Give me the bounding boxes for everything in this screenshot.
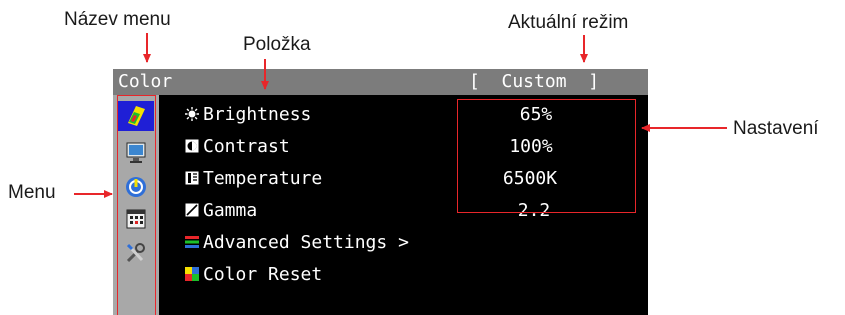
item-brightness[interactable]: Brightness <box>185 99 311 131</box>
sun-icon <box>185 107 199 121</box>
item-label: Gamma <box>203 200 258 221</box>
callout-menu-name: Název menu <box>64 9 171 30</box>
reset-icon <box>185 267 199 281</box>
menu-highlight-box <box>117 95 156 315</box>
osd-titlebar: Color [ Custom ] <box>113 69 648 95</box>
callout-current-mode: Aktuální režim <box>508 12 629 33</box>
item-gamma[interactable]: Gamma <box>185 195 257 227</box>
item-label: Brightness <box>203 104 312 125</box>
item-label: Temperature <box>203 168 323 189</box>
item-label: Advanced Settings > <box>203 232 409 253</box>
contrast-icon <box>185 139 199 153</box>
thermometer-icon <box>185 171 199 185</box>
callout-menu: Menu <box>8 182 56 203</box>
osd-mode-indicator: [ Custom ] <box>469 71 600 92</box>
item-contrast[interactable]: Contrast <box>185 131 290 163</box>
gamma-icon <box>185 203 199 217</box>
rgb-icon <box>185 236 199 248</box>
item-temperature[interactable]: Temperature <box>185 163 322 195</box>
callout-item: Položka <box>243 34 311 55</box>
item-advanced-settings[interactable]: Advanced Settings > <box>185 227 409 259</box>
item-color-reset[interactable]: Color Reset <box>185 259 322 291</box>
item-label: Color Reset <box>203 264 323 285</box>
osd-menu-title: Color <box>118 71 173 92</box>
callout-settings: Nastavení <box>733 118 819 139</box>
settings-highlight-box <box>457 99 636 213</box>
item-label: Contrast <box>203 136 290 157</box>
